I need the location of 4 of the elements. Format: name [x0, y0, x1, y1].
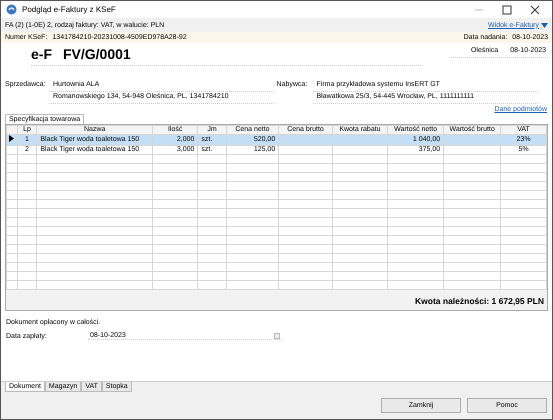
amount-due: Kwota należności: 1 672,95 PLN — [415, 296, 544, 306]
document-prefix: e-F — [31, 46, 52, 62]
window-title: Podgląd e-Faktury z KSeF — [22, 5, 117, 14]
document-number: FV/G/0001 — [63, 46, 131, 62]
